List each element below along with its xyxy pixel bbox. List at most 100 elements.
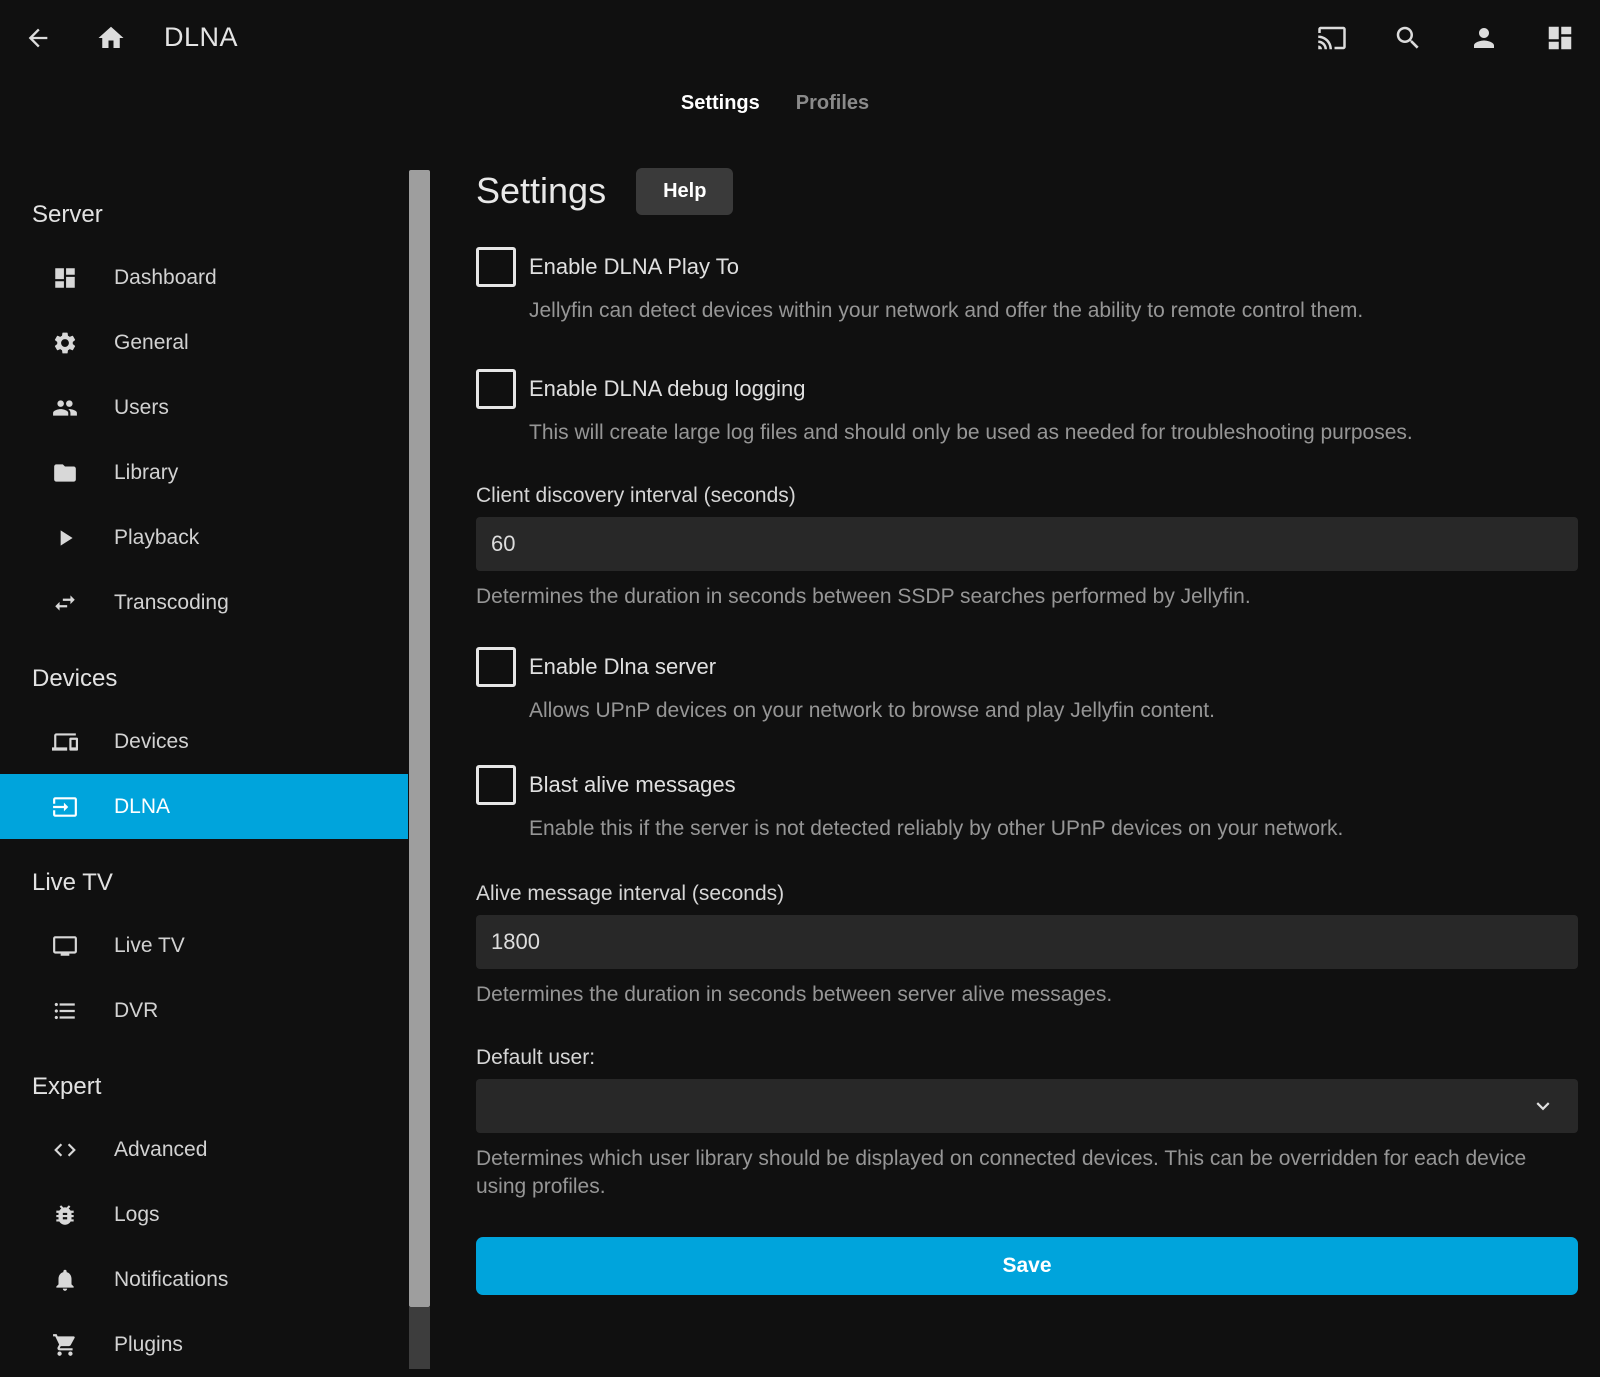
sidebar-item-label: General: [114, 331, 189, 355]
client-discovery-interval-label: Client discovery interval (seconds): [476, 483, 1578, 509]
home-icon: [96, 23, 126, 53]
sidebar-item-label: DLNA: [114, 795, 170, 819]
back-button[interactable]: [24, 24, 52, 52]
enable-dlna-server-group: Enable Dlna server Allows UPnP devices o…: [476, 647, 1578, 725]
cast-button[interactable]: [1317, 23, 1347, 53]
enable-dlna-play-to-checkbox[interactable]: [476, 247, 516, 287]
swap-arrows-icon: [52, 590, 78, 616]
sidebar-item-label: Notifications: [114, 1268, 228, 1292]
sidebar: Server Dashboard General Users Library P…: [0, 131, 408, 1377]
save-button[interactable]: Save: [476, 1237, 1578, 1295]
search-button[interactable]: [1393, 23, 1423, 53]
arrow-back-icon: [24, 24, 52, 52]
client-discovery-interval-group: Client discovery interval (seconds) Dete…: [476, 483, 1578, 611]
blast-alive-messages-label: Blast alive messages: [529, 772, 736, 798]
top-bar-actions: [1317, 23, 1575, 53]
page-title: Settings: [476, 170, 606, 212]
code-icon: [52, 1137, 78, 1163]
blast-alive-messages-checkbox[interactable]: [476, 765, 516, 805]
sidebar-item-label: Logs: [114, 1203, 160, 1227]
alive-message-interval-label: Alive message interval (seconds): [476, 881, 1578, 907]
people-icon: [52, 395, 78, 421]
default-user-description: Determines which user library should be …: [476, 1145, 1578, 1201]
sidebar-item-label: Transcoding: [114, 591, 229, 615]
play-icon: [52, 525, 78, 551]
gear-icon: [52, 330, 78, 356]
sidebar-item-label: Plugins: [114, 1333, 183, 1357]
bug-icon: [52, 1202, 78, 1228]
default-user-label: Default user:: [476, 1045, 1578, 1071]
sidebar-item-transcoding[interactable]: Transcoding: [0, 570, 408, 635]
alive-message-interval-group: Alive message interval (seconds) Determi…: [476, 881, 1578, 1009]
list-icon: [52, 998, 78, 1024]
dashboard-grid-icon: [1545, 23, 1575, 53]
cast-icon: [1317, 23, 1347, 53]
bell-icon: [52, 1267, 78, 1293]
enable-dlna-play-to-group: Enable DLNA Play To Jellyfin can detect …: [476, 247, 1578, 325]
sidebar-section-devices: Devices: [32, 665, 408, 693]
blast-alive-messages-description: Enable this if the server is not detecte…: [529, 815, 1578, 843]
default-user-select[interactable]: [476, 1079, 1578, 1133]
sidebar-item-logs[interactable]: Logs: [0, 1182, 408, 1247]
alive-message-interval-input[interactable]: [476, 915, 1578, 969]
alive-message-interval-description: Determines the duration in seconds betwe…: [476, 981, 1578, 1009]
sidebar-section-expert: Expert: [32, 1073, 408, 1101]
sidebar-item-advanced[interactable]: Advanced: [0, 1117, 408, 1182]
blast-alive-messages-group: Blast alive messages Enable this if the …: [476, 765, 1578, 843]
settings-title-row: Settings Help: [476, 167, 1578, 215]
enable-dlna-debug-description: This will create large log files and sho…: [529, 419, 1578, 447]
sidebar-item-label: Library: [114, 461, 178, 485]
chevron-down-icon: [1530, 1093, 1556, 1119]
sidebar-item-label: Playback: [114, 526, 199, 550]
sidebar-item-label: Advanced: [114, 1138, 207, 1162]
enable-dlna-play-to-description: Jellyfin can detect devices within your …: [529, 297, 1578, 325]
sidebar-item-label: Live TV: [114, 934, 185, 958]
cart-icon: [52, 1332, 78, 1358]
sidebar-item-users[interactable]: Users: [0, 375, 408, 440]
settings-form: Settings Help Enable DLNA Play To Jellyf…: [476, 131, 1578, 1295]
top-bar: DLNA: [0, 0, 1600, 75]
sidebar-item-general[interactable]: General: [0, 310, 408, 375]
sidebar-item-label: Users: [114, 396, 169, 420]
sidebar-section-livetv: Live TV: [32, 869, 408, 897]
sidebar-item-label: Devices: [114, 730, 189, 754]
tv-icon: [52, 933, 78, 959]
user-button[interactable]: [1469, 23, 1499, 53]
client-discovery-interval-description: Determines the duration in seconds betwe…: [476, 583, 1578, 611]
default-user-group: Default user: Determines which user libr…: [476, 1045, 1578, 1201]
user-icon: [1469, 23, 1499, 53]
tab-settings[interactable]: Settings: [679, 88, 762, 119]
home-button[interactable]: [96, 23, 126, 53]
dashboard-icon: [52, 265, 78, 291]
dashboard-button[interactable]: [1545, 23, 1575, 53]
sidebar-scrollbar-track[interactable]: [409, 1307, 430, 1369]
sidebar-scrollbar-thumb[interactable]: [409, 170, 430, 1307]
page-header-title: DLNA: [164, 22, 238, 53]
help-button[interactable]: Help: [636, 168, 733, 215]
search-icon: [1393, 23, 1423, 53]
tab-strip: Settings Profiles: [0, 75, 1600, 131]
sidebar-item-label: DVR: [114, 999, 158, 1023]
enable-dlna-debug-group: Enable DLNA debug logging This will crea…: [476, 369, 1578, 447]
sidebar-item-devices[interactable]: Devices: [0, 709, 408, 774]
sidebar-item-dlna[interactable]: DLNA: [0, 774, 408, 839]
sidebar-item-notifications[interactable]: Notifications: [0, 1247, 408, 1312]
devices-icon: [52, 729, 78, 755]
sidebar-item-dvr[interactable]: DVR: [0, 978, 408, 1043]
sidebar-item-livetv[interactable]: Live TV: [0, 913, 408, 978]
tab-profiles[interactable]: Profiles: [794, 88, 871, 119]
enable-dlna-server-description: Allows UPnP devices on your network to b…: [529, 697, 1578, 725]
enable-dlna-debug-checkbox[interactable]: [476, 369, 516, 409]
input-icon: [52, 794, 78, 820]
sidebar-item-plugins[interactable]: Plugins: [0, 1312, 408, 1377]
sidebar-item-label: Dashboard: [114, 266, 217, 290]
client-discovery-interval-input[interactable]: [476, 517, 1578, 571]
enable-dlna-server-checkbox[interactable]: [476, 647, 516, 687]
sidebar-item-library[interactable]: Library: [0, 440, 408, 505]
sidebar-section-server: Server: [32, 201, 408, 229]
sidebar-item-dashboard[interactable]: Dashboard: [0, 245, 408, 310]
enable-dlna-play-to-label: Enable DLNA Play To: [529, 254, 739, 280]
sidebar-item-playback[interactable]: Playback: [0, 505, 408, 570]
enable-dlna-debug-label: Enable DLNA debug logging: [529, 376, 805, 402]
enable-dlna-server-label: Enable Dlna server: [529, 654, 716, 680]
